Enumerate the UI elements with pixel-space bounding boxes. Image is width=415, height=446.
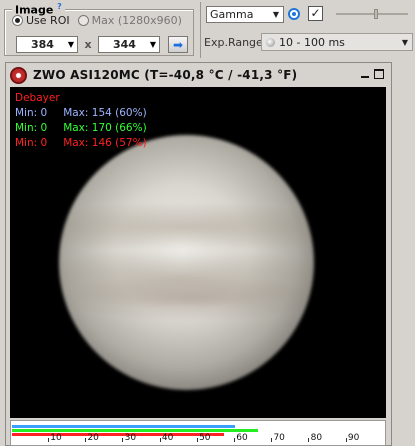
debayer-label: Debayer	[15, 92, 60, 104]
histogram-tick-label: 70	[273, 433, 285, 443]
stats-max: Max: 170 (66%)	[63, 122, 147, 134]
exposure-knob-icon	[266, 37, 275, 47]
roi-height-value: 344	[113, 38, 136, 51]
histogram-tick	[196, 438, 198, 442]
stats-min: Min: 0	[15, 137, 48, 149]
times-symbol: x	[84, 38, 92, 51]
slider-thumb[interactable]	[374, 9, 378, 19]
gamma-select[interactable]: Gamma ▼	[206, 6, 284, 23]
enable-checkbox[interactable]: ✓	[308, 6, 323, 21]
chevron-down-icon[interactable]: ▼	[68, 40, 74, 49]
stats-min: Min: 0	[15, 107, 48, 119]
radio-unselected-icon	[77, 15, 89, 26]
image-controls-panel: Gamma ▼ ✓ Exp.Range 10 - 100 ms ▼	[200, 2, 415, 58]
histogram-tick	[308, 438, 310, 442]
maximize-icon[interactable]	[374, 69, 384, 79]
gamma-select-value: Gamma	[210, 8, 254, 21]
arrow-right-icon: ➡	[172, 37, 184, 52]
histogram-tick-label: 40	[161, 433, 174, 443]
histogram-tick	[234, 438, 235, 442]
roi-size-row: 384 ▼ x 344 ▼ ➡	[16, 36, 188, 53]
histogram-tick-label: 60	[236, 433, 248, 443]
stats-max: Max: 146 (57%)	[63, 137, 147, 149]
roi-mode-group: Use ROI Max (1280x960)	[12, 14, 182, 27]
histogram-tick-label: 10	[50, 433, 62, 443]
histogram-tick	[159, 438, 161, 442]
chevron-down-icon[interactable]: ▼	[150, 40, 156, 49]
stats-row-green: Min: 0 Max: 170 (66%)	[15, 121, 147, 136]
histogram-bar: 10 20 30 40 50 60 70 80 90	[10, 420, 386, 446]
roi-width-input[interactable]: 384 ▼	[16, 36, 78, 53]
max-resolution-radio[interactable]: Max (1280x960)	[77, 14, 182, 27]
image-panel: Image ? Use ROI Max (1280x960) 384 ▼ x 3…	[2, 2, 196, 58]
use-roi-radio[interactable]: Use ROI	[12, 14, 70, 27]
exp-range-label: Exp.Range	[204, 36, 263, 49]
exp-range-value: 10 - 100 ms	[279, 35, 345, 49]
chevron-down-icon[interactable]: ▼	[398, 38, 412, 47]
histogram-ruler: 10 20 30 40 50 60 70 80 90	[11, 424, 385, 446]
roi-width-value: 384	[31, 38, 54, 51]
gamma-slider[interactable]	[336, 9, 408, 19]
apply-roi-button[interactable]: ➡	[168, 36, 188, 53]
stats-row-blue: Min: 0 Max: 154 (60%)	[15, 106, 147, 121]
stats-min: Min: 0	[15, 122, 48, 134]
help-icon[interactable]: ?	[57, 2, 62, 11]
camera-window: ZWO ASI120MC (T=-40,8 °C / -41,3 °F) Deb…	[5, 62, 392, 446]
histogram-tick	[345, 438, 347, 442]
stats-max: Max: 154 (60%)	[63, 107, 147, 119]
camera-logo-icon	[10, 66, 27, 84]
planet-image	[59, 135, 314, 390]
auto-mode-icon[interactable]	[288, 8, 300, 20]
histogram-tick-label: 80	[310, 433, 323, 443]
histogram-tick-label: 20	[87, 433, 99, 443]
histogram-tick	[48, 438, 49, 442]
minimize-icon[interactable]	[360, 69, 370, 79]
radio-selected-icon	[12, 15, 23, 26]
histogram-tick	[85, 438, 87, 442]
histogram-tick-label: 50	[199, 433, 211, 443]
stats-overlay: Debayer Min: 0 Max: 154 (60%) Min: 0 Max: …	[15, 91, 147, 151]
roi-height-input[interactable]: 344 ▼	[98, 36, 160, 53]
histogram-tick-label: 90	[347, 433, 360, 443]
camera-titlebar[interactable]: ZWO ASI120MC (T=-40,8 °C / -41,3 °F)	[6, 63, 391, 87]
histogram-tick	[271, 438, 273, 442]
stats-row-red: Min: 0 Max: 146 (57%)	[15, 136, 147, 151]
camera-title: ZWO ASI120MC (T=-40,8 °C / -41,3 °F)	[33, 68, 298, 82]
histogram-tick	[122, 438, 124, 442]
use-roi-label: Use ROI	[26, 14, 70, 27]
histogram-tick-label: 30	[124, 433, 137, 443]
exp-range-select[interactable]: 10 - 100 ms ▼	[261, 33, 413, 51]
camera-preview[interactable]: Debayer Min: 0 Max: 154 (60%) Min: 0 Max: …	[10, 87, 386, 418]
max-resolution-label: Max (1280x960)	[91, 14, 182, 27]
chevron-down-icon[interactable]: ▼	[269, 7, 283, 22]
